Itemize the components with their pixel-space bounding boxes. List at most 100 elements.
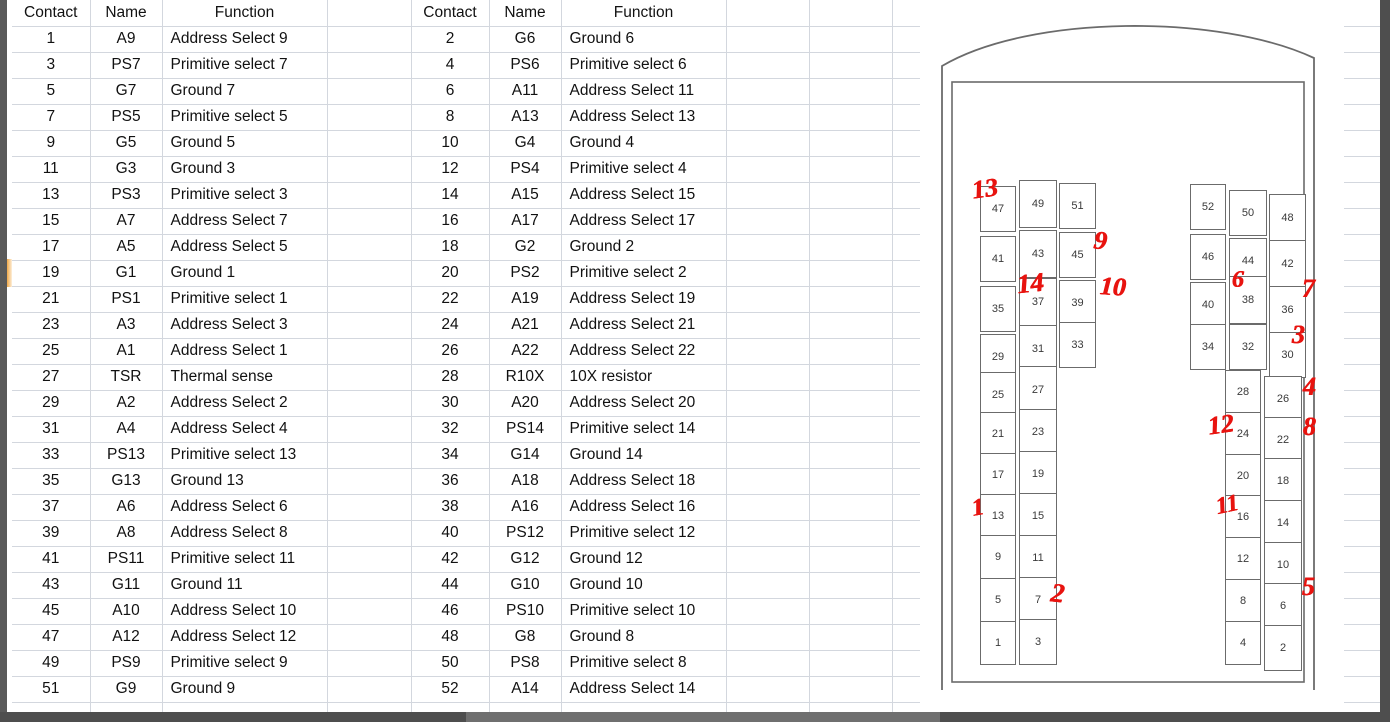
cell-function-right[interactable]: Address Select 17 xyxy=(561,208,727,235)
cell-function-right[interactable]: Address Select 20 xyxy=(561,390,727,417)
cell-function-right[interactable]: Ground 4 xyxy=(561,130,727,157)
cell-name-right[interactable]: A14 xyxy=(489,676,562,703)
cell-spacer-2[interactable] xyxy=(726,520,810,547)
cell-name-left[interactable]: TSR xyxy=(90,364,163,391)
header-name-right[interactable]: Name xyxy=(489,0,562,27)
cell-spacer-2[interactable] xyxy=(726,572,810,599)
cell-spacer[interactable] xyxy=(327,520,412,547)
cell-contact-left[interactable]: 43 xyxy=(12,572,91,599)
cell-function-left[interactable]: Ground 11 xyxy=(162,572,328,599)
cell-spacer-3[interactable] xyxy=(809,260,893,287)
cell-spacer-3[interactable] xyxy=(809,26,893,53)
cell-function-right[interactable]: Address Select 18 xyxy=(561,468,727,495)
cell-spacer-3[interactable] xyxy=(809,52,893,79)
cell-name-left[interactable]: PS5 xyxy=(90,104,163,131)
cell-spacer[interactable] xyxy=(327,52,412,79)
cell-name-right[interactable]: A19 xyxy=(489,286,562,313)
cell-function-right[interactable]: Address Select 22 xyxy=(561,338,727,365)
cell-contact-right[interactable]: 6 xyxy=(411,78,490,105)
cell-function-left[interactable]: Address Select 6 xyxy=(162,494,328,521)
cell-function-right[interactable]: Primitive select 8 xyxy=(561,650,727,677)
cell-spacer[interactable] xyxy=(327,702,412,712)
cell-spacer[interactable] xyxy=(327,208,412,235)
cell-function-left[interactable] xyxy=(162,702,328,712)
cell-function-left[interactable]: Ground 7 xyxy=(162,78,328,105)
cell-function-left[interactable]: Address Select 1 xyxy=(162,338,328,365)
cell-name-left[interactable]: G5 xyxy=(90,130,163,157)
cell-spacer-3[interactable] xyxy=(809,520,893,547)
cell-contact-left[interactable]: 25 xyxy=(12,338,91,365)
header-spacer-cell-2[interactable] xyxy=(726,0,810,27)
cell-function-right[interactable]: Ground 14 xyxy=(561,442,727,469)
cell-name-left[interactable]: G9 xyxy=(90,676,163,703)
cell-contact-left[interactable]: 27 xyxy=(12,364,91,391)
cell-spacer-2[interactable] xyxy=(726,260,810,287)
cell-name-left[interactable]: A9 xyxy=(90,26,163,53)
cell-name-left[interactable]: G1 xyxy=(90,260,163,287)
cell-contact-left[interactable]: 33 xyxy=(12,442,91,469)
cell-function-left[interactable]: Primitive select 9 xyxy=(162,650,328,677)
cell-name-right[interactable]: A18 xyxy=(489,468,562,495)
cell-spacer[interactable] xyxy=(327,572,412,599)
cell-contact-right[interactable]: 34 xyxy=(411,442,490,469)
cell-name-right[interactable]: PS12 xyxy=(489,520,562,547)
cell-spacer[interactable] xyxy=(327,26,412,53)
horizontal-scrollbar[interactable] xyxy=(0,712,1390,722)
cell-function-right[interactable]: 10X resistor xyxy=(561,364,727,391)
cell-spacer[interactable] xyxy=(327,78,412,105)
cell-contact-right[interactable]: 14 xyxy=(411,182,490,209)
cell-contact-left[interactable]: 41 xyxy=(12,546,91,573)
cell-spacer-2[interactable] xyxy=(726,390,810,417)
cell-contact-right[interactable]: 8 xyxy=(411,104,490,131)
cell-spacer[interactable] xyxy=(327,598,412,625)
cell-contact-left[interactable]: 11 xyxy=(12,156,91,183)
header-contact-right[interactable]: Contact xyxy=(411,0,490,27)
cell-name-right[interactable]: A11 xyxy=(489,78,562,105)
cell-spacer-2[interactable] xyxy=(726,78,810,105)
cell-contact-right[interactable]: 48 xyxy=(411,624,490,651)
cell-spacer[interactable] xyxy=(327,260,412,287)
cell-function-left[interactable]: Ground 13 xyxy=(162,468,328,495)
cell-spacer-2[interactable] xyxy=(726,286,810,313)
cell-contact-left[interactable]: 3 xyxy=(12,52,91,79)
cell-function-left[interactable]: Ground 3 xyxy=(162,156,328,183)
cell-contact-right[interactable]: 18 xyxy=(411,234,490,261)
cell-spacer-2[interactable] xyxy=(726,364,810,391)
cell-spacer-2[interactable] xyxy=(726,624,810,651)
header-function-left[interactable]: Function xyxy=(162,0,328,27)
cell-spacer-3[interactable] xyxy=(809,494,893,521)
cell-function-right[interactable]: Ground 6 xyxy=(561,26,727,53)
cell-spacer-3[interactable] xyxy=(809,702,893,712)
cell-name-right[interactable]: G2 xyxy=(489,234,562,261)
cell-spacer-3[interactable] xyxy=(809,156,893,183)
cell-contact-left[interactable]: 49 xyxy=(12,650,91,677)
cell-name-left[interactable]: A12 xyxy=(90,624,163,651)
cell-name-right[interactable]: A20 xyxy=(489,390,562,417)
cell-name-left[interactable]: A6 xyxy=(90,494,163,521)
cell-spacer-3[interactable] xyxy=(809,104,893,131)
cell-spacer[interactable] xyxy=(327,182,412,209)
cell-name-left[interactable]: A2 xyxy=(90,390,163,417)
cell-contact-right[interactable]: 46 xyxy=(411,598,490,625)
cell-name-left[interactable]: A4 xyxy=(90,416,163,443)
header-function-right[interactable]: Function xyxy=(561,0,727,27)
cell-name-right[interactable]: A13 xyxy=(489,104,562,131)
cell-spacer-2[interactable] xyxy=(726,312,810,339)
cell-function-left[interactable]: Address Select 7 xyxy=(162,208,328,235)
cell-name-left[interactable]: PS1 xyxy=(90,286,163,313)
cell-name-right[interactable]: A21 xyxy=(489,312,562,339)
cell-name-right[interactable]: G14 xyxy=(489,442,562,469)
cell-contact-left[interactable]: 29 xyxy=(12,390,91,417)
cell-contact-left[interactable]: 37 xyxy=(12,494,91,521)
cell-spacer-3[interactable] xyxy=(809,286,893,313)
cell-function-left[interactable]: Primitive select 3 xyxy=(162,182,328,209)
cell-spacer-2[interactable] xyxy=(726,676,810,703)
cell-name-right[interactable]: PS6 xyxy=(489,52,562,79)
cell-contact-left[interactable]: 15 xyxy=(12,208,91,235)
cell-spacer-2[interactable] xyxy=(726,442,810,469)
cell-contact-right[interactable] xyxy=(411,702,490,712)
cell-spacer-2[interactable] xyxy=(726,468,810,495)
cell-contact-left[interactable]: 35 xyxy=(12,468,91,495)
cell-name-right[interactable]: A17 xyxy=(489,208,562,235)
cell-spacer-3[interactable] xyxy=(809,676,893,703)
